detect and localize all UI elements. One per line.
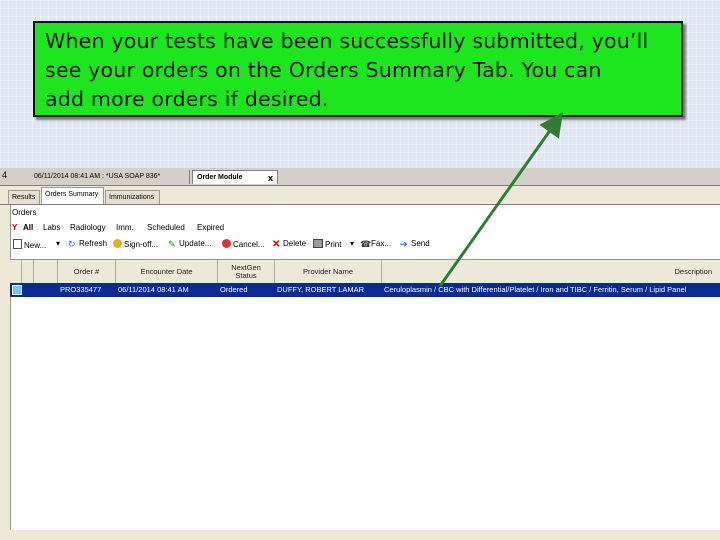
new-document-icon bbox=[13, 239, 22, 249]
delete-button[interactable]: ✕ Delete bbox=[272, 239, 307, 250]
cell-order-number: PRO335477 bbox=[60, 285, 102, 294]
new-button[interactable]: New... bbox=[13, 239, 46, 250]
print-button-label: Print bbox=[325, 240, 342, 249]
pencil-icon: ✎ bbox=[168, 239, 176, 249]
print-button[interactable]: Print bbox=[313, 239, 341, 249]
orders-section-label: Orders bbox=[12, 208, 37, 217]
header-description[interactable]: Description bbox=[382, 260, 720, 283]
filter-scheduled[interactable]: Scheduled bbox=[147, 223, 185, 232]
header-order-number[interactable]: Order # bbox=[58, 260, 116, 283]
update-button-label: Update... bbox=[179, 239, 212, 248]
send-button[interactable]: ➔ Send bbox=[400, 239, 430, 249]
refresh-icon: ↻ bbox=[68, 239, 76, 249]
tab-order-module[interactable]: Order Module x bbox=[192, 170, 278, 184]
filter-all[interactable]: All bbox=[23, 223, 33, 232]
tab-immunizations[interactable]: Immunizations bbox=[105, 190, 160, 204]
header-nextgen-status[interactable]: NextGen Status bbox=[218, 260, 275, 283]
header-flag-col bbox=[22, 260, 34, 283]
filter-expired[interactable]: Expired bbox=[197, 223, 224, 232]
header-encounter-date[interactable]: Encounter Date bbox=[116, 260, 218, 283]
cancel-button[interactable]: Cancel... bbox=[222, 239, 265, 249]
sub-tab-bar: Results Orders Summary Immunizations bbox=[0, 186, 720, 205]
filter-icon: Y bbox=[12, 223, 18, 232]
fax-button[interactable]: ☎Fax... bbox=[360, 239, 391, 249]
header-icon-col bbox=[10, 260, 22, 283]
tab-results[interactable]: Results bbox=[8, 190, 40, 204]
filter-radiology[interactable]: Radiology bbox=[70, 223, 106, 232]
document-tab-bar: 4 06/11/2014 08:41 AM : *USA SOAP 836* O… bbox=[0, 168, 720, 186]
fax-icon: ☎ bbox=[360, 239, 372, 249]
order-module-window: 4 06/11/2014 08:41 AM : *USA SOAP 836* O… bbox=[0, 168, 720, 540]
delete-button-label: Delete bbox=[283, 239, 307, 248]
header-provider-name[interactable]: Provider Name bbox=[275, 260, 382, 283]
callout-line-2: see your orders on the Orders Summary Ta… bbox=[45, 58, 602, 82]
refresh-button-label: Refresh bbox=[79, 239, 108, 248]
sign-off-button[interactable]: Sign-off... bbox=[113, 239, 158, 249]
send-button-label: Send bbox=[411, 239, 430, 248]
cell-provider: DUFFY, ROBERT LAMAR bbox=[277, 285, 365, 294]
row-status-icon bbox=[10, 283, 24, 297]
tab-orders-summary-label: Orders Summary bbox=[45, 191, 99, 198]
cell-status: Ordered bbox=[220, 285, 248, 294]
tab-encounter[interactable]: 06/11/2014 08:41 AM : *USA SOAP 836* bbox=[30, 170, 190, 184]
tab-orders-summary[interactable]: Orders Summary bbox=[41, 187, 104, 204]
cell-encounter-date: 06/11/2014 08:41 AM bbox=[118, 285, 189, 294]
sign-off-button-label: Sign-off... bbox=[124, 240, 159, 249]
filter-labs[interactable]: Labs bbox=[43, 223, 60, 232]
table-row[interactable]: PRO335477 06/11/2014 08:41 AM Ordered DU… bbox=[10, 283, 720, 297]
refresh-button[interactable]: ↻ Refresh bbox=[68, 239, 107, 249]
new-button-label: New... bbox=[24, 241, 47, 250]
tab-results-label: Results bbox=[12, 194, 36, 201]
cancel-button-label: Cancel... bbox=[233, 240, 265, 249]
status-strip bbox=[0, 530, 720, 540]
new-dropdown-arrow[interactable]: ▾ bbox=[56, 239, 60, 248]
tab-order-module-label: Order Module bbox=[197, 174, 243, 181]
order-icon bbox=[12, 285, 22, 295]
filter-imm[interactable]: Imm. bbox=[116, 223, 134, 232]
tab-immunizations-label: Immunizations bbox=[109, 194, 155, 201]
cancel-icon bbox=[222, 239, 231, 248]
sign-off-icon bbox=[113, 239, 122, 248]
tab-encounter-label: 06/11/2014 08:41 AM : *USA SOAP 836* bbox=[34, 173, 161, 180]
header-select-col bbox=[34, 260, 58, 283]
close-icon[interactable]: x bbox=[268, 171, 273, 185]
delete-x-icon: ✕ bbox=[272, 239, 281, 250]
fax-button-label: Fax... bbox=[371, 239, 392, 248]
instruction-callout: When your tests have been successfully s… bbox=[33, 21, 683, 117]
order-toolbar: New... ▾ ↻ Refresh Sign-off... ✎ Update...… bbox=[10, 238, 720, 254]
callout-line-1: When your tests have been successfully s… bbox=[45, 29, 649, 53]
print-dropdown-arrow[interactable]: ▾ bbox=[350, 239, 354, 248]
cell-description: Ceruloplasmin / CBC with Differential/Pl… bbox=[384, 285, 687, 294]
callout-line-3: add more orders if desired. bbox=[45, 87, 329, 111]
grid-header: Order # Encounter Date NextGen Status Pr… bbox=[10, 259, 720, 284]
document-number: 4 bbox=[2, 170, 8, 180]
send-arrow-icon: ➔ bbox=[400, 239, 408, 249]
printer-icon bbox=[313, 239, 323, 248]
update-button[interactable]: ✎ Update... bbox=[168, 239, 211, 249]
